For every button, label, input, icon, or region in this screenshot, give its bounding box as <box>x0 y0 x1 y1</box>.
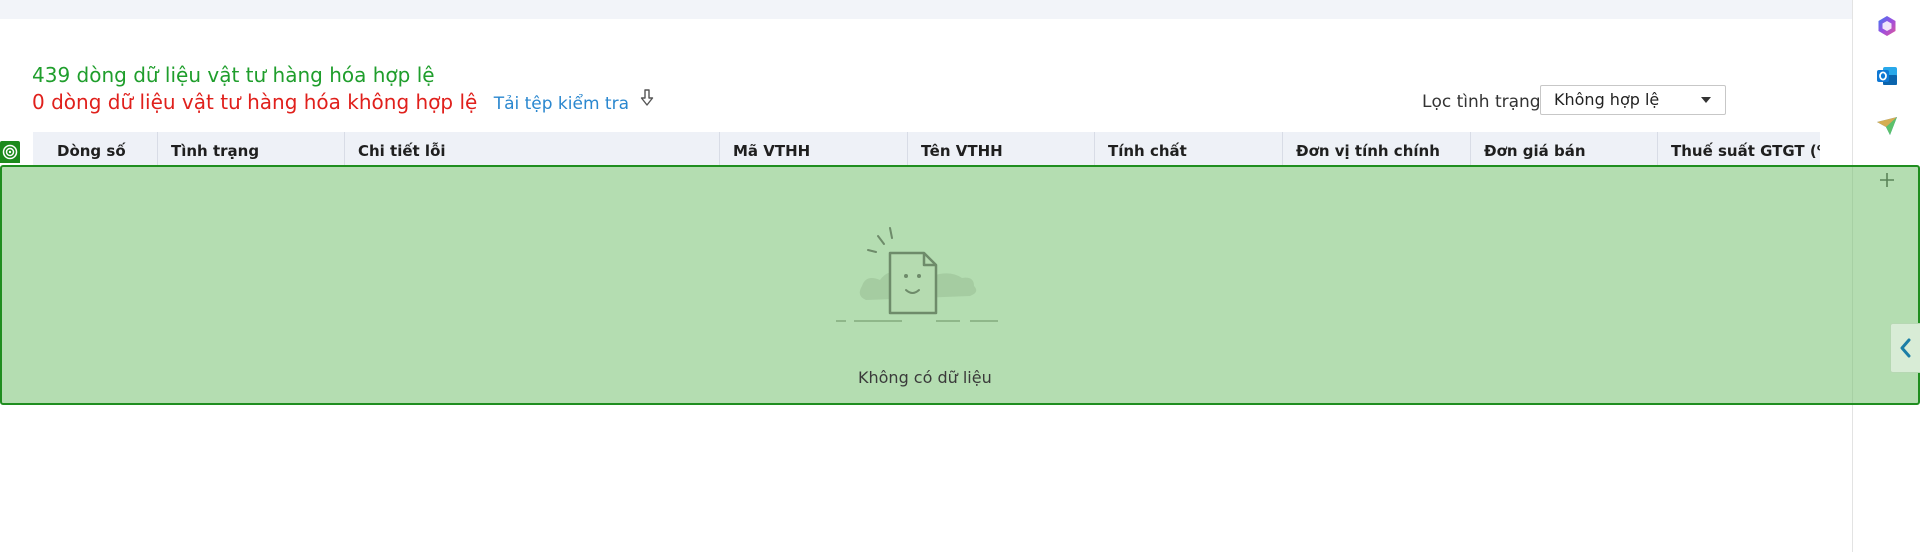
download-check-file-label: Tải tệp kiểm tra <box>493 94 629 114</box>
invalid-rows-line: 0 dòng dữ liệu vật tư hàng hóa không hợp… <box>32 89 654 118</box>
status-filter-value: Không hợp lệ <box>1554 90 1660 109</box>
status-filter-select[interactable]: Không hợp lệ <box>1540 85 1726 115</box>
top-strip <box>0 0 1852 19</box>
valid-rows-text: 439 dòng dữ liệu vật tư hàng hóa hợp lệ <box>32 63 435 87</box>
status-filter-label: Lọc tình trạng <box>1422 92 1541 112</box>
column-header-sale-price[interactable]: Đơn giá bán <box>1470 132 1657 166</box>
empty-state-text: Không có dữ liệu <box>858 368 992 387</box>
download-arrow-icon <box>640 89 654 116</box>
import-summary: 439 dòng dữ liệu vật tư hàng hóa hợp lệ … <box>32 62 654 118</box>
column-header-item-code[interactable]: Mã VTHH <box>719 132 907 166</box>
empty-document-icon <box>832 224 1002 334</box>
chevron-left-icon <box>1898 337 1912 363</box>
send-icon[interactable] <box>1875 114 1899 138</box>
column-header-row-number[interactable]: Dòng số <box>33 132 157 166</box>
caret-down-icon <box>1701 97 1711 103</box>
table-header: Dòng số Tình trạng Chi tiết lỗi Mã VTHH … <box>33 132 1820 166</box>
column-header-vat-rate[interactable]: Thuế suất GTGT (%) <box>1657 132 1820 166</box>
copilot-icon[interactable] <box>1875 14 1899 38</box>
download-check-file-link[interactable]: Tải tệp kiểm tra <box>493 89 655 114</box>
column-header-item-name[interactable]: Tên VTHH <box>907 132 1094 166</box>
column-header-nature[interactable]: Tính chất <box>1094 132 1282 166</box>
column-header-main-unit[interactable]: Đơn vị tính chính <box>1282 132 1470 166</box>
invalid-rows-text: 0 dòng dữ liệu vật tư hàng hóa không hợp… <box>32 90 478 114</box>
outlook-icon[interactable] <box>1875 64 1899 88</box>
column-header-status[interactable]: Tình trạng <box>157 132 344 166</box>
target-icon <box>0 141 20 163</box>
column-header-error-detail[interactable]: Chi tiết lỗi <box>344 132 719 166</box>
collapse-panel-button[interactable] <box>1890 323 1920 373</box>
